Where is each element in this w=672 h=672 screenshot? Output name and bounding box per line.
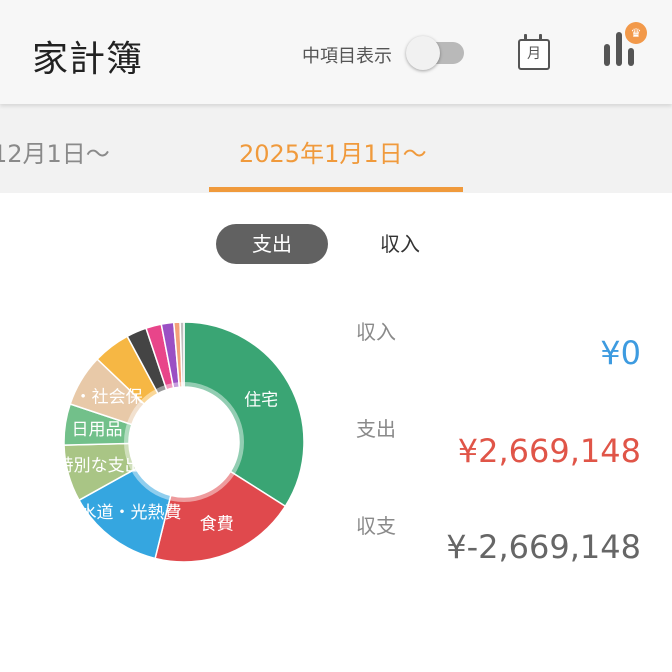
toggle-thumb bbox=[406, 36, 440, 70]
slice-label: 日用品 bbox=[71, 420, 122, 440]
income-segment-button[interactable]: 収入 bbox=[360, 224, 440, 264]
expense-value: ¥2,669,148 bbox=[457, 432, 641, 470]
expense-label: 支出 bbox=[356, 417, 396, 441]
slice-label: 特別な支出 bbox=[62, 456, 142, 476]
balance-label: 収支 bbox=[356, 514, 396, 538]
tab-indicator bbox=[209, 187, 463, 192]
slice-label: ・社会保 bbox=[75, 388, 143, 408]
tab-previous-period[interactable]: 12月1日～ bbox=[0, 134, 110, 169]
bar-chart-icon[interactable]: ♛ bbox=[600, 22, 650, 72]
income-label: 収入 bbox=[356, 320, 396, 344]
expense-donut-chart[interactable]: 住宅食費水道・光熱費 特別な支出 日用品 ・社会保 bbox=[62, 320, 306, 564]
slice-label: 住宅 bbox=[244, 391, 278, 411]
bar-chart-icon-bar bbox=[604, 44, 610, 66]
slice-label: 食費 bbox=[200, 515, 234, 535]
balance-value: ¥-2,669,148 bbox=[446, 528, 641, 566]
calendar-icon-label: 月 bbox=[518, 39, 550, 70]
subcategory-toggle[interactable] bbox=[406, 36, 466, 70]
app-title: 家計簿 bbox=[32, 39, 144, 80]
expense-segment-button[interactable]: 支出 bbox=[216, 224, 328, 264]
bar-chart-icon-bar bbox=[616, 32, 622, 66]
app-bar: 家計簿 中項目表示 月 ♛ bbox=[0, 0, 672, 104]
slice-label: 水道・光熱費 bbox=[79, 503, 181, 523]
calendar-icon[interactable]: 月 bbox=[518, 34, 550, 70]
toggle-label: 中項目表示 bbox=[302, 46, 392, 67]
crown-icon: ♛ bbox=[625, 22, 647, 44]
period-tabs: 12月1日～ 2025年1月1日～ bbox=[0, 104, 672, 193]
bar-chart-icon-bar bbox=[628, 48, 634, 66]
tab-current-period[interactable]: 2025年1月1日～ bbox=[239, 134, 427, 169]
income-value: ¥0 bbox=[600, 334, 641, 372]
donut-hole bbox=[129, 387, 239, 497]
